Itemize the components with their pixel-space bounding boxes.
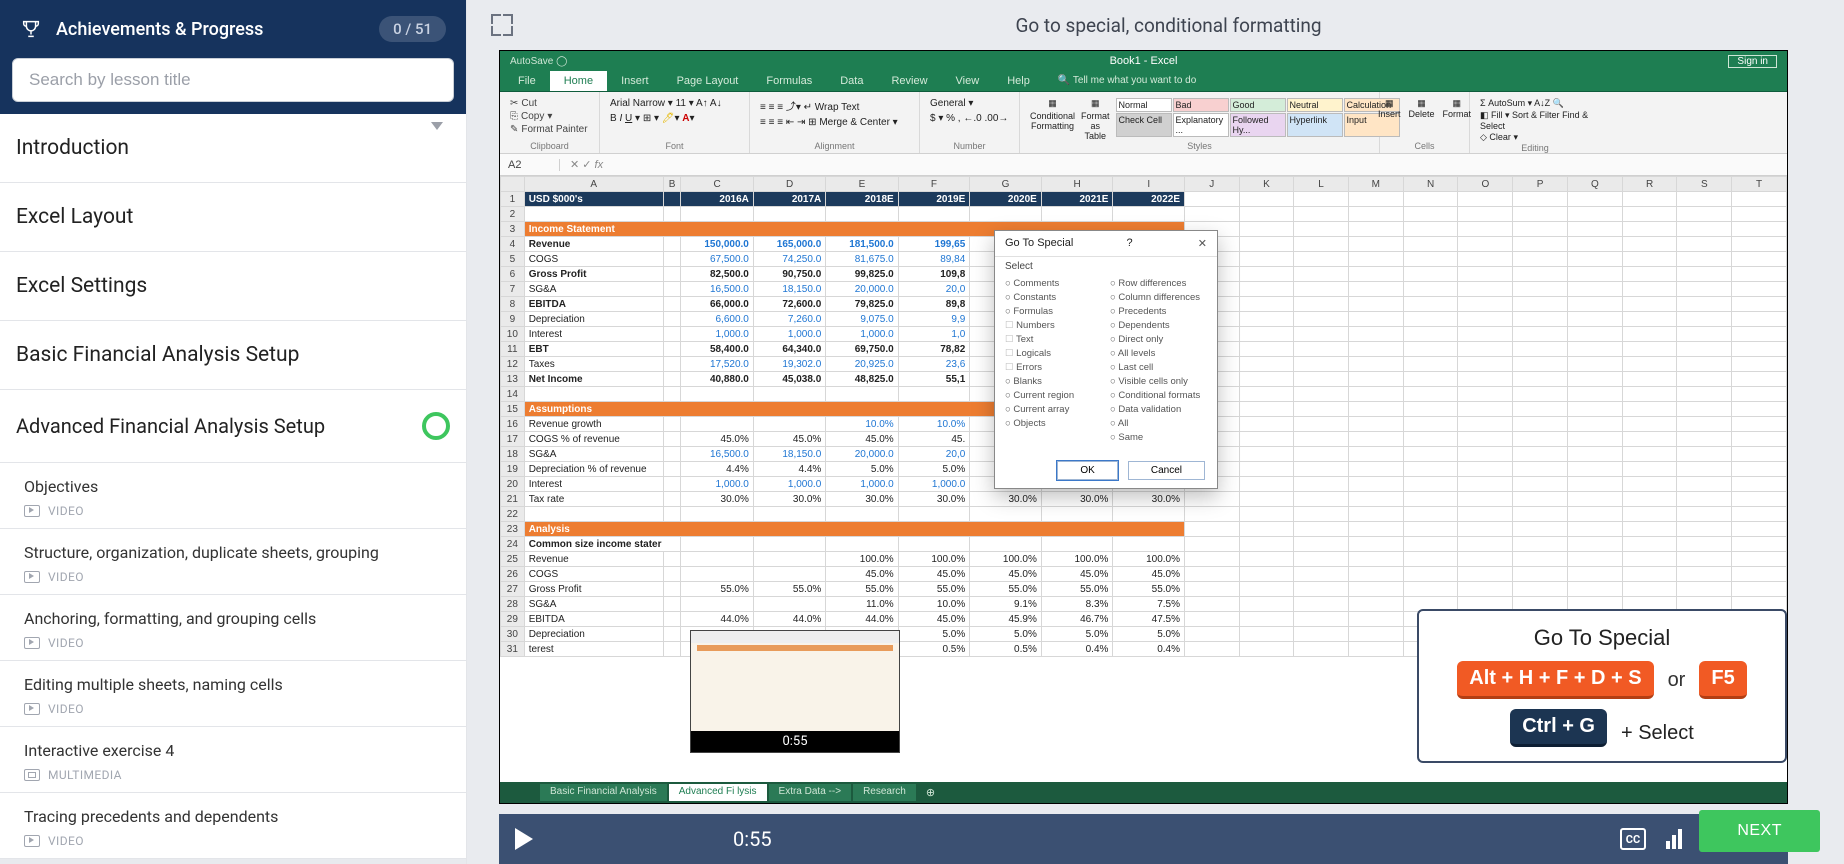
lesson-title: Go to special, conditional formatting	[517, 14, 1820, 37]
sidebar-title: Achievements & Progress	[56, 19, 263, 40]
radio-option[interactable]: ☐ Logicals	[1005, 348, 1102, 359]
radio-option[interactable]: ○ Blanks	[1005, 376, 1102, 387]
multimedia-icon	[24, 769, 40, 781]
callout-title: Go To Special	[1534, 625, 1671, 651]
radio-option[interactable]: ○ Direct only	[1110, 334, 1207, 345]
sheet-tab[interactable]: Advanced Fi lysis	[669, 784, 767, 801]
section-basic-setup[interactable]: Basic Financial Analysis Setup	[0, 321, 466, 390]
name-box[interactable]: A2✕ ✓ fx	[500, 154, 1787, 176]
play-button[interactable]	[515, 828, 533, 850]
cancel-button[interactable]: Cancel	[1128, 461, 1205, 480]
ok-button[interactable]: OK	[1057, 461, 1117, 480]
radio-option[interactable]: ○ Objects	[1005, 418, 1102, 429]
lesson-item[interactable]: Objectives VIDEO	[0, 463, 466, 529]
lesson-list[interactable]: Introduction Excel Layout Excel Settings…	[0, 114, 466, 864]
trophy-icon	[20, 18, 42, 40]
sheet-tab[interactable]: Research	[853, 784, 916, 801]
radio-option[interactable]: ○ Same	[1110, 432, 1207, 443]
go-to-special-dialog: Go To Special?✕ Select ○ Comments○ Const…	[994, 230, 1218, 489]
lesson-item[interactable]: Interactive exercise 4 MULTIMEDIA	[0, 727, 466, 793]
radio-option[interactable]: ○ All	[1110, 418, 1207, 429]
radio-option[interactable]: ☐ Numbers	[1005, 320, 1102, 331]
ribbon-tab[interactable]: Formulas	[752, 71, 826, 91]
search-dropdown-icon[interactable]	[431, 122, 443, 130]
section-excel-settings[interactable]: Excel Settings	[0, 252, 466, 321]
signin-button[interactable]: Sign in	[1728, 55, 1777, 68]
radio-option[interactable]: ○ Visible cells only	[1110, 376, 1207, 387]
ribbon-tab[interactable]: Home	[550, 71, 607, 91]
hover-time: 0:55	[691, 731, 899, 752]
sidebar: Achievements & Progress 0 / 51 Introduct…	[0, 0, 467, 864]
radio-option[interactable]: ○ Precedents	[1110, 306, 1207, 317]
section-excel-layout[interactable]: Excel Layout	[0, 183, 466, 252]
section-advanced-setup[interactable]: Advanced Financial Analysis Setup	[0, 390, 466, 463]
video-player: AutoSave ◯ Book1 - Excel Sign in FileHom…	[499, 50, 1788, 864]
sheet-tab[interactable]: Basic Financial Analysis	[540, 784, 667, 801]
ribbon-tab[interactable]: 🔍 Tell me what you want to do	[1044, 71, 1210, 91]
radio-option[interactable]: ○ Current region	[1005, 390, 1102, 401]
radio-option[interactable]: ☐ Errors	[1005, 362, 1102, 373]
radio-option[interactable]: ○ Column differences	[1110, 292, 1207, 303]
radio-option[interactable]: ○ Row differences	[1110, 278, 1207, 289]
search-wrap	[0, 58, 466, 114]
ribbon-tab[interactable]: View	[942, 71, 994, 91]
lesson-item[interactable]: Anchoring, formatting, and grouping cell…	[0, 595, 466, 661]
video-icon	[24, 835, 40, 847]
close-icon[interactable]: ✕	[1198, 237, 1207, 250]
key-f5: F5	[1699, 661, 1746, 699]
key-combo: Alt + H + F + D + S	[1457, 661, 1653, 699]
video-icon	[24, 505, 40, 517]
ribbon-tab[interactable]: File	[504, 71, 550, 91]
sidebar-header: Achievements & Progress 0 / 51	[0, 0, 466, 58]
radio-option[interactable]: ☐ Text	[1005, 334, 1102, 345]
radio-option[interactable]: ○ Current array	[1005, 404, 1102, 415]
ribbon-tab[interactable]: Data	[826, 71, 877, 91]
radio-option[interactable]: ○ All levels	[1110, 348, 1207, 359]
radio-option[interactable]: ○ Dependents	[1110, 320, 1207, 331]
radio-option[interactable]: ○ Data validation	[1110, 404, 1207, 415]
ribbon-tab[interactable]: Help	[993, 71, 1044, 91]
lesson-item[interactable]: Go to special, conditional formatting VI…	[0, 859, 466, 864]
cc-button[interactable]: CC	[1620, 828, 1646, 850]
ribbon-tab[interactable]: Page Layout	[663, 71, 753, 91]
fullscreen-toggle-icon[interactable]	[491, 14, 513, 36]
sheet-tabs[interactable]: Basic Financial AnalysisAdvanced Fi lysi…	[500, 782, 1787, 803]
video-frame[interactable]: AutoSave ◯ Book1 - Excel Sign in FileHom…	[499, 50, 1788, 804]
radio-option[interactable]: ○ Last cell	[1110, 362, 1207, 373]
excel-ribbon: ✂ Cut ⎘ Copy ▾ ✎ Format Painter Clipboar…	[500, 92, 1787, 154]
seek-thumbnail: 0:55	[690, 630, 900, 753]
radio-option[interactable]: ○ Conditional formats	[1110, 390, 1207, 401]
lesson-item[interactable]: Editing multiple sheets, naming cells VI…	[0, 661, 466, 727]
radio-option[interactable]: ○ Formulas	[1005, 306, 1102, 317]
ribbon-tab[interactable]: Insert	[607, 71, 663, 91]
lesson-item[interactable]: Structure, organization, duplicate sheet…	[0, 529, 466, 595]
lesson-titlebar: Go to special, conditional formatting	[467, 0, 1844, 50]
video-icon	[24, 637, 40, 649]
progress-badge: 0 / 51	[379, 16, 446, 42]
section-introduction[interactable]: Introduction	[0, 114, 466, 183]
radio-option[interactable]: ○ Comments	[1005, 278, 1102, 289]
video-icon	[24, 703, 40, 715]
volume-button[interactable]	[1666, 829, 1682, 849]
ribbon-tab[interactable]: Review	[877, 71, 941, 91]
sheet-tab[interactable]: Extra Data -->	[769, 784, 852, 801]
video-controls: 0:55 CC	[499, 814, 1788, 864]
current-time: 0:55	[733, 827, 772, 851]
shortcut-callout: Go To Special Alt + H + F + D + S or F5 …	[1417, 609, 1787, 763]
excel-tabs: FileHomeInsertPage LayoutFormulasDataRev…	[500, 71, 1787, 92]
section-progress-icon	[422, 412, 450, 440]
search-input[interactable]	[12, 58, 454, 102]
main-area: Go to special, conditional formatting Au…	[467, 0, 1844, 864]
next-button[interactable]: NEXT	[1699, 810, 1820, 852]
radio-option[interactable]: ○ Constants	[1005, 292, 1102, 303]
key-ctrl-g: Ctrl + G	[1510, 709, 1607, 747]
help-icon[interactable]: ?	[1126, 237, 1132, 250]
excel-titlebar: AutoSave ◯ Book1 - Excel Sign in	[500, 51, 1787, 71]
video-icon	[24, 571, 40, 583]
lesson-item[interactable]: Tracing precedents and dependents VIDEO	[0, 793, 466, 859]
